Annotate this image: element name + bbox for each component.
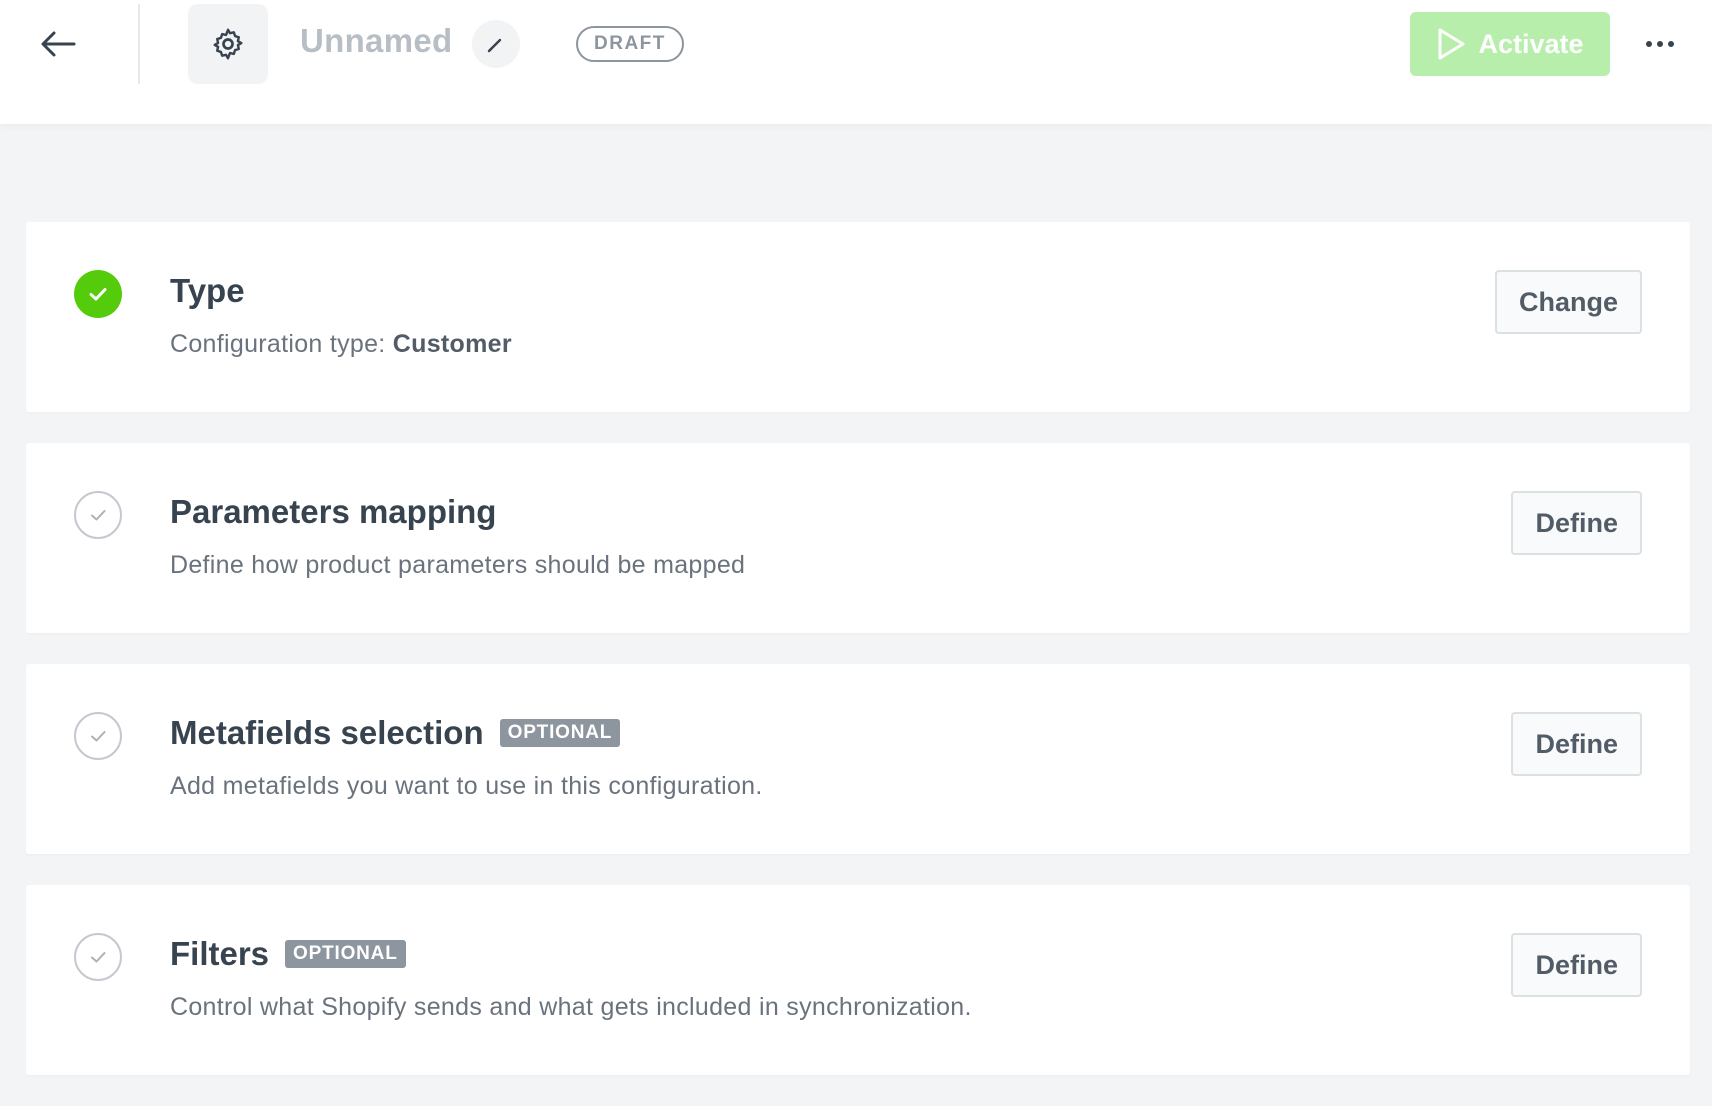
step-title: Metafields selection [170, 714, 484, 751]
step-card-type: Type Configuration type: Customer Change [26, 222, 1690, 412]
step-description: Configuration type: Customer [170, 330, 512, 359]
more-horizontal-icon [1646, 41, 1674, 47]
step-card-parameters-mapping: Parameters mapping Define how product pa… [26, 443, 1690, 633]
check-icon [91, 510, 106, 521]
step-status-pending [74, 712, 122, 760]
define-filters-button[interactable]: Define [1511, 933, 1642, 997]
define-parameters-button[interactable]: Define [1511, 491, 1642, 555]
step-title: Type [170, 272, 245, 309]
status-badge: DRAFT [576, 26, 684, 62]
more-options-button[interactable] [1636, 20, 1684, 68]
top-bar: Unnamed DRAFT Activate [0, 0, 1712, 124]
settings-button[interactable] [188, 4, 268, 84]
play-icon [1438, 28, 1465, 60]
step-card-metafields-selection: Metafields selection OPTIONAL Add metafi… [26, 664, 1690, 854]
step-description: Control what Shopify sends and what gets… [170, 993, 972, 1021]
step-title-row: Type [170, 272, 245, 310]
edit-name-button[interactable] [472, 20, 520, 68]
step-title-row: Metafields selection OPTIONAL [170, 714, 621, 752]
define-metafields-button[interactable]: Define [1511, 712, 1642, 776]
check-icon [91, 952, 106, 963]
step-status-pending [74, 491, 122, 539]
step-status-pending [74, 933, 122, 981]
step-title-row: Parameters mapping [170, 493, 496, 531]
activate-label: Activate [1478, 28, 1584, 59]
page-title: Unnamed [300, 22, 453, 59]
step-description-text: Configuration type: [170, 330, 393, 358]
configuration-steps: Type Configuration type: Customer Change… [26, 222, 1690, 1106]
arrow-left-icon [41, 31, 76, 57]
check-icon [91, 731, 106, 742]
gear-icon [213, 28, 243, 60]
step-status-done [74, 270, 122, 318]
pencil-icon [487, 38, 502, 53]
activate-button[interactable]: Activate [1410, 12, 1610, 76]
step-title: Parameters mapping [170, 493, 497, 530]
optional-badge: OPTIONAL [285, 940, 406, 968]
step-description: Add metafields you want to use in this c… [170, 772, 763, 800]
change-type-button[interactable]: Change [1494, 270, 1642, 334]
check-icon [89, 288, 107, 301]
header-divider [138, 4, 140, 84]
step-title: Filters [170, 935, 270, 972]
optional-badge: OPTIONAL [499, 719, 621, 747]
step-description-value: Customer [392, 330, 512, 358]
step-card-filters: Filters OPTIONAL Control what Shopify se… [26, 885, 1690, 1075]
back-button[interactable] [30, 16, 86, 72]
step-description: Define how product parameters should be … [170, 551, 746, 579]
step-title-row: Filters OPTIONAL [170, 935, 406, 973]
